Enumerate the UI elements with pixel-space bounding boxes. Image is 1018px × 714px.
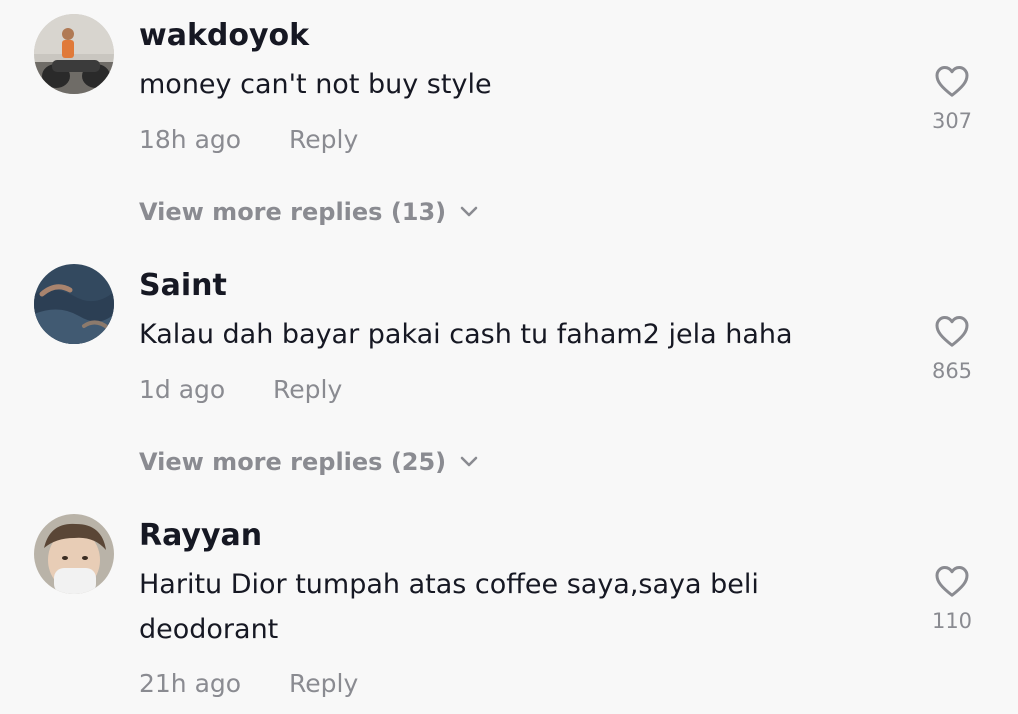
comment-text: money can't not buy style bbox=[139, 69, 492, 100]
heart-outline-icon[interactable] bbox=[934, 64, 970, 98]
reply-button[interactable]: Reply bbox=[289, 668, 358, 700]
like-count: 307 bbox=[931, 109, 973, 133]
view-more-replies-label: View more replies (13) bbox=[139, 198, 447, 226]
chevron-down-icon bbox=[460, 206, 478, 217]
heart-outline-icon[interactable] bbox=[934, 314, 970, 348]
comment-timestamp: 18h ago bbox=[139, 125, 242, 154]
avatar-image bbox=[34, 514, 114, 594]
view-more-replies-label: View more replies (25) bbox=[139, 448, 447, 476]
comment-username[interactable]: wakdoyok bbox=[139, 18, 309, 54]
comment-username[interactable]: Rayyan bbox=[139, 518, 262, 554]
like-control: 865 bbox=[912, 314, 992, 384]
user-avatar[interactable] bbox=[34, 264, 114, 344]
comment-timestamp: 1d ago bbox=[139, 375, 226, 404]
avatar-image bbox=[34, 14, 114, 94]
reply-button[interactable]: Reply bbox=[289, 124, 358, 156]
view-more-replies-button[interactable]: View more replies (25) bbox=[139, 446, 478, 478]
reply-button[interactable]: Reply bbox=[273, 374, 342, 406]
comment-text: Haritu Dior tumpah atas coffee saya,saya… bbox=[139, 569, 759, 645]
user-avatar[interactable] bbox=[34, 14, 114, 94]
chevron-down-icon bbox=[460, 456, 478, 467]
view-more-replies-button[interactable]: View more replies (13) bbox=[139, 196, 478, 228]
comment-username[interactable]: Saint bbox=[139, 268, 227, 304]
comment-text: Kalau dah bayar pakai cash tu faham2 jel… bbox=[139, 319, 793, 350]
user-avatar[interactable] bbox=[34, 514, 114, 594]
like-count: 110 bbox=[931, 609, 973, 633]
heart-outline-icon[interactable] bbox=[934, 564, 970, 598]
comment-timestamp: 21h ago bbox=[139, 669, 242, 698]
like-control: 110 bbox=[912, 564, 992, 634]
avatar-image bbox=[34, 264, 114, 344]
like-count: 865 bbox=[931, 359, 973, 383]
like-control: 307 bbox=[912, 64, 992, 134]
